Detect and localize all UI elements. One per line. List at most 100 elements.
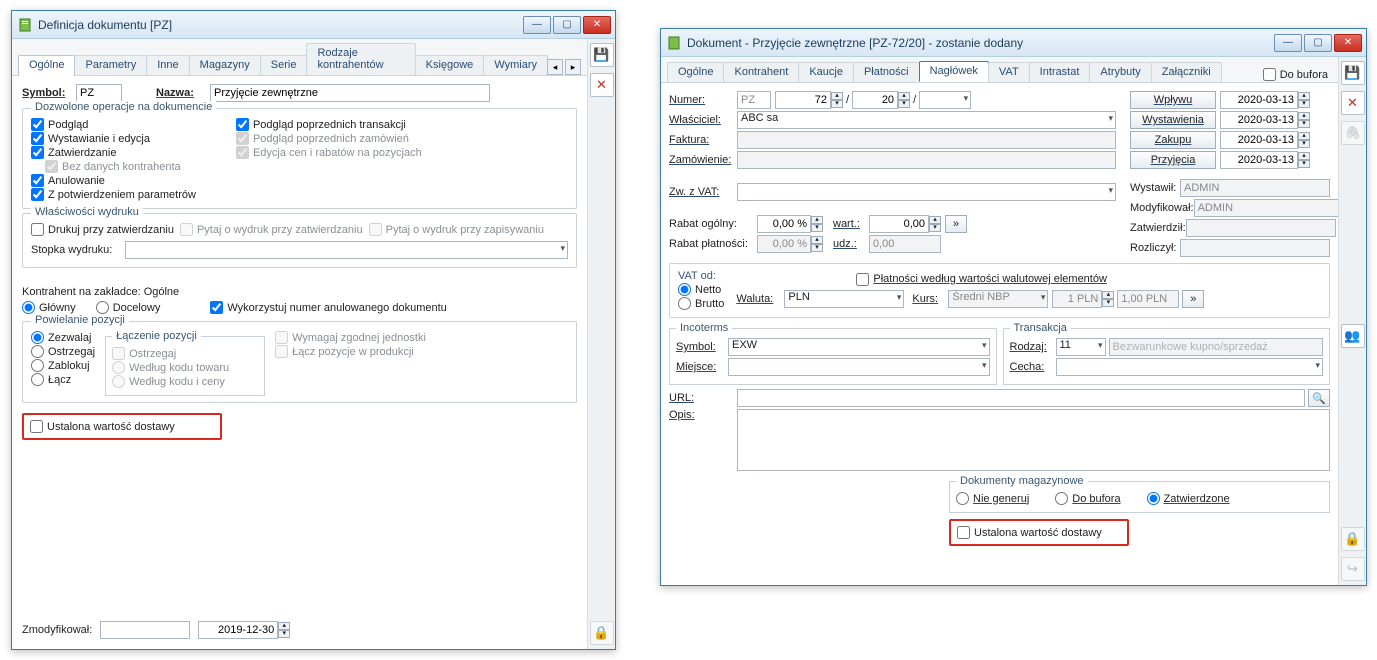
tab-ogolne[interactable]: Ogólne [667, 62, 724, 82]
cancel-icon[interactable]: ✕ [590, 73, 614, 97]
tab-kontrahent[interactable]: Kontrahent [723, 62, 799, 82]
spin-up[interactable]: ▴ [278, 622, 290, 630]
btn-zakupu[interactable]: Zakupu [1130, 131, 1216, 149]
max-button[interactable]: ▢ [1304, 34, 1332, 52]
wart-label: wart.: [833, 218, 869, 230]
radio-zezwalaj[interactable] [31, 331, 44, 344]
chk-podglad[interactable] [31, 118, 44, 131]
stopka-select[interactable] [125, 241, 568, 259]
tab-platnosci[interactable]: Płatności [853, 62, 920, 82]
users-icon[interactable]: 👥 [1341, 324, 1365, 348]
chk-pytaj-zap [369, 223, 382, 236]
radio-netto[interactable] [678, 283, 691, 296]
tab-intrastat[interactable]: Intrastat [1029, 62, 1091, 82]
radio-nie-generuj[interactable] [956, 492, 969, 505]
chk-potw[interactable] [31, 188, 44, 201]
wart-apply-button[interactable]: » [945, 215, 967, 233]
tab-inne[interactable]: Inne [146, 55, 189, 75]
opis-field[interactable] [737, 409, 1330, 471]
url-browse-button[interactable]: 🔍 [1308, 389, 1330, 407]
numer-b[interactable] [852, 91, 898, 109]
radio-zatwierdzone[interactable] [1147, 492, 1160, 505]
radio-ostrzegaj[interactable] [31, 345, 44, 358]
chk-wykorzystuj[interactable] [210, 301, 223, 314]
chk-wyst[interactable] [31, 132, 44, 145]
waluta-select[interactable]: PLN [784, 290, 904, 308]
close-button[interactable]: ✕ [1334, 34, 1362, 52]
mod-date[interactable] [198, 621, 278, 639]
radio-lacz-kod-cena [112, 375, 125, 388]
radio-docelowy[interactable] [96, 301, 109, 314]
transakcja-legend: Transakcja [1010, 322, 1071, 334]
chk-drukuj[interactable] [31, 223, 44, 236]
spin-down[interactable]: ▾ [278, 630, 290, 638]
nazwa-field[interactable] [210, 84, 490, 102]
date-wyst[interactable] [1220, 111, 1298, 129]
btn-wplywu[interactable]: Wpływu [1130, 91, 1216, 109]
url-field[interactable] [737, 389, 1305, 407]
chk-do-bufora[interactable] [1263, 68, 1276, 81]
udz [869, 235, 941, 253]
radio-brutto[interactable] [678, 297, 691, 310]
chk-ustalona-dostawa-r[interactable] [957, 526, 970, 539]
radio-do-bufora[interactable] [1055, 492, 1068, 505]
cecha-select[interactable] [1056, 358, 1324, 376]
numer-a[interactable] [775, 91, 831, 109]
chk-zatw[interactable] [31, 146, 44, 159]
btn-przyj[interactable]: Przyjęcia [1130, 151, 1216, 169]
close-button[interactable]: ✕ [583, 16, 611, 34]
tab-zalaczniki[interactable]: Załączniki [1151, 62, 1222, 82]
radio-lacz[interactable] [31, 373, 44, 386]
tab-ksiegowe[interactable]: Księgowe [415, 55, 485, 75]
date-wplywu[interactable] [1220, 91, 1298, 109]
zwvat-select[interactable] [737, 183, 1116, 201]
cancel-icon[interactable]: ✕ [1341, 91, 1365, 115]
tab-naglowek[interactable]: Nagłówek [919, 61, 989, 82]
tab-vat[interactable]: VAT [988, 62, 1030, 82]
rodzaj-select[interactable]: 11 [1056, 338, 1106, 356]
ops-legend: Dozwolone operacje na dokumencie [31, 101, 216, 113]
kurs-apply-button[interactable]: » [1182, 290, 1204, 308]
tab-serie[interactable]: Serie [260, 55, 308, 75]
lacz-legend: Łączenie pozycji [112, 330, 201, 342]
radio-glowny[interactable] [22, 301, 35, 314]
tab-ogolne[interactable]: Ogólne [18, 55, 75, 76]
radio-zablokuj[interactable] [31, 359, 44, 372]
symbol-field[interactable] [76, 84, 122, 102]
tab-rodzaje[interactable]: Rodzaje kontrahentów [306, 43, 415, 75]
chk-podg-trans[interactable] [236, 118, 249, 131]
save-icon[interactable]: 💾 [590, 43, 614, 67]
tab-scroll-right[interactable]: ▸ [565, 59, 581, 75]
chk-platnosci-wg[interactable] [856, 273, 869, 286]
wart[interactable] [869, 215, 929, 233]
radio-lacz-kod [112, 361, 125, 374]
tab-atrybuty[interactable]: Atrybuty [1089, 62, 1151, 82]
save-icon[interactable]: 💾 [1341, 61, 1365, 85]
wlasciciel-select[interactable]: ABC sa [737, 111, 1116, 129]
chk-anul[interactable] [31, 174, 44, 187]
symbol-label: Symbol: [22, 87, 72, 99]
btn-wyst[interactable]: Wystawienia [1130, 111, 1216, 129]
date-przyj[interactable] [1220, 151, 1298, 169]
tab-parametry[interactable]: Parametry [74, 55, 147, 75]
tab-magazyny[interactable]: Magazyny [189, 55, 261, 75]
incoterms-symbol[interactable]: EXW [728, 338, 990, 356]
udz-label: udz.: [833, 238, 869, 250]
zwvat-label: Zw. z VAT: [669, 186, 737, 198]
tab-kaucje[interactable]: Kaucje [798, 62, 854, 82]
min-button[interactable]: — [523, 16, 551, 34]
chk-ustalona-dostawa[interactable] [30, 420, 43, 433]
tab-wymiary[interactable]: Wymiary [483, 55, 548, 75]
min-button[interactable]: — [1274, 34, 1302, 52]
chk-edycja-cen [236, 146, 249, 159]
rodzaj-opis [1109, 338, 1324, 356]
rabat-og[interactable] [757, 215, 811, 233]
date-zakupu[interactable] [1220, 131, 1298, 149]
miejsce-select[interactable] [728, 358, 990, 376]
rodzaj-label: Rodzaj: [1010, 341, 1056, 353]
max-button[interactable]: ▢ [553, 16, 581, 34]
numer-c-select[interactable] [919, 91, 971, 109]
mod-user [100, 621, 190, 639]
dokmag-legend: Dokumenty magazynowe [956, 475, 1088, 487]
tab-scroll-left[interactable]: ◂ [547, 59, 563, 75]
